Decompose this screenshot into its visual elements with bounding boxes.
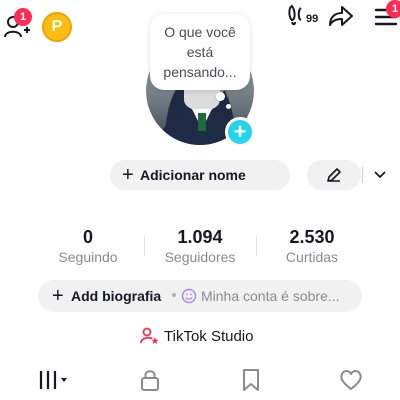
tab-videos[interactable] [38, 368, 70, 397]
add-bio-button[interactable]: + Add biografia Minha conta é sobre... [38, 280, 362, 312]
add-friend-button[interactable]: 1 [4, 8, 34, 40]
avatar-beard [184, 89, 220, 111]
footprints-icon [288, 4, 302, 26]
bookmark-icon [243, 369, 259, 391]
stat-divider [256, 236, 257, 256]
tiktok-studio-label: TikTok Studio [164, 327, 254, 345]
footprints-count: 99 [306, 13, 319, 25]
avatar-add-button[interactable]: + [225, 117, 255, 147]
menu-badge: 1 [386, 0, 400, 18]
smile-icon [181, 288, 197, 304]
stat-likes[interactable]: 2.530 Curtidas [262, 227, 362, 266]
divider [362, 167, 363, 183]
stat-following[interactable]: 0 Seguindo [38, 227, 138, 266]
tab-liked[interactable] [339, 368, 363, 397]
thought-bubble-dot [216, 92, 225, 101]
thought-bubble-dot-small [226, 104, 231, 109]
avatar-tie [198, 113, 206, 131]
stat-label: Curtidas [285, 249, 339, 265]
stat-value: 0 [82, 227, 93, 247]
stat-label: Seguindo [58, 249, 118, 265]
coin-icon[interactable]: P [42, 12, 72, 42]
share-icon [329, 6, 353, 26]
person-star-icon [140, 327, 159, 344]
add-friend-badge: 1 [14, 8, 32, 26]
footprints-button[interactable]: 99 [288, 4, 322, 30]
edit-profile-button[interactable] [307, 160, 361, 190]
heart-icon [340, 370, 362, 390]
lock-icon [141, 370, 159, 391]
tiktok-studio-link[interactable]: TikTok Studio [140, 325, 253, 347]
add-bio-label: Add biografia [71, 288, 162, 304]
pencil-icon [327, 168, 341, 182]
thought-bubble-text: O que você está pensando... [163, 24, 237, 80]
menu-button[interactable]: 1 [374, 0, 400, 33]
chevron-down-icon[interactable] [374, 170, 386, 180]
stat-value: 2.530 [289, 227, 335, 247]
tab-saved[interactable] [240, 368, 262, 397]
plus-icon: + [122, 164, 134, 186]
share-button[interactable] [328, 4, 354, 33]
plus-icon: + [52, 285, 64, 307]
stat-label: Seguidores [164, 249, 236, 265]
separator-dot [172, 293, 176, 297]
stat-value: 1.094 [177, 227, 223, 247]
bio-placeholder: Minha conta é sobre... [201, 288, 340, 304]
tab-private[interactable] [139, 368, 161, 397]
thought-bubble[interactable]: O que você está pensando... [150, 14, 250, 90]
stat-divider [144, 236, 145, 256]
add-name-button[interactable]: + Adicionar nome [110, 160, 386, 190]
stat-followers[interactable]: 1.094 Seguidores [150, 227, 250, 266]
grid-icon [39, 371, 67, 389]
add-name-label: Adicionar nome [140, 167, 246, 183]
